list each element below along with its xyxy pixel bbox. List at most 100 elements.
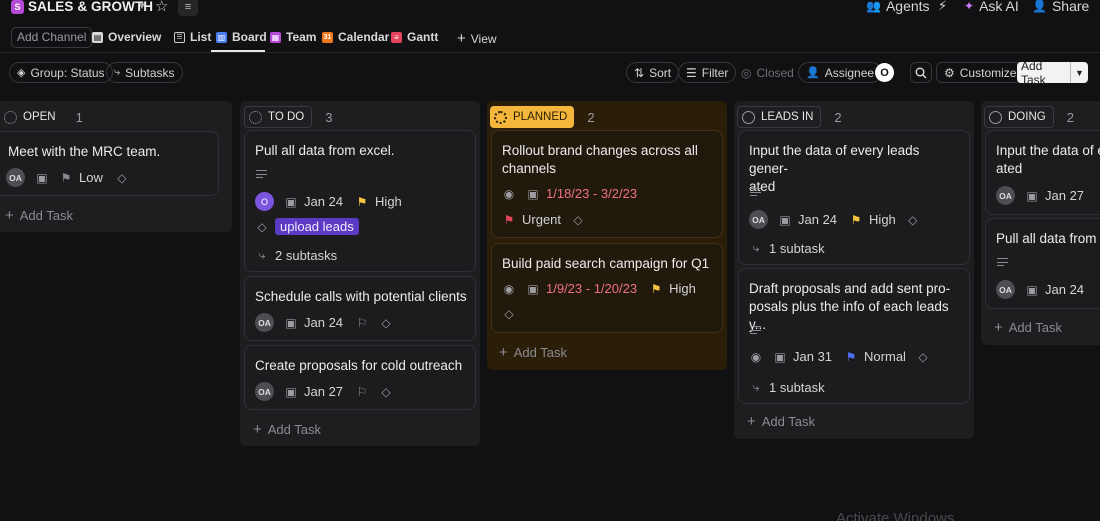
status-pill[interactable]: OPEN [0, 106, 63, 128]
flag-icon[interactable]: ⚑ [844, 350, 858, 364]
add-view-button[interactable]: + View [457, 30, 497, 47]
avatar[interactable]: OA [996, 280, 1015, 299]
task-title[interactable]: Rollout brand changes across all channel… [502, 142, 714, 178]
unassigned-user-icon[interactable]: ◉ [502, 282, 516, 296]
customize-button[interactable]: ⚙ Customize [936, 62, 1025, 83]
tab-list[interactable]: ☰ List [174, 30, 211, 44]
tab-team[interactable]: ▦ Team [270, 30, 316, 44]
due-date[interactable]: Jan 24 [798, 212, 837, 227]
add-task-button[interactable]: + Add Task [499, 344, 567, 361]
tag-icon[interactable]: ◇ [255, 220, 269, 234]
space-badge[interactable]: S [11, 0, 24, 14]
list-menu-icon[interactable]: ≡ [178, 0, 198, 16]
tab-calendar[interactable]: 31 Calendar [322, 30, 389, 44]
task-title[interactable]: Build paid search campaign for Q1 [502, 255, 714, 273]
calendar-icon[interactable]: ▣ [1025, 283, 1039, 297]
tag-icon[interactable]: ◇ [906, 213, 920, 227]
status-pill[interactable]: LEADS IN [737, 106, 822, 128]
avatar[interactable]: OA [255, 313, 274, 332]
subtasks-row[interactable]: ⤷ 1 subtask [749, 380, 825, 395]
due-date[interactable]: Jan 24 [304, 194, 343, 209]
calendar-icon[interactable]: ▣ [778, 213, 792, 227]
avatar[interactable]: O [255, 192, 274, 211]
task-title[interactable]: Input the data of e ated [996, 142, 1100, 178]
task-card[interactable]: Rollout brand changes across all channel… [491, 130, 723, 238]
calendar-icon[interactable]: ▣ [526, 187, 540, 201]
due-date[interactable]: Jan 27 [1045, 188, 1084, 203]
tag-icon[interactable]: ◇ [115, 171, 129, 185]
avatar[interactable]: OA [996, 186, 1015, 205]
filter-button[interactable]: ☰ Filter [678, 62, 737, 83]
add-task-button[interactable]: + Add Task [5, 207, 73, 224]
due-date[interactable]: Jan 24 [304, 315, 343, 330]
subtasks-row[interactable]: ⤷ 2 subtasks [255, 248, 338, 263]
calendar-icon[interactable]: ▣ [35, 171, 49, 185]
flag-icon[interactable]: ⚑ [59, 171, 73, 185]
task-card[interactable]: Build paid search campaign for Q1 ◉ ▣ 1/… [491, 243, 723, 333]
calendar-icon[interactable]: ▣ [773, 350, 787, 364]
subtasks-row[interactable]: ⤷ 1 subtask [749, 241, 825, 256]
task-title[interactable]: Draft proposals and add sent pro- posals… [749, 280, 961, 334]
lightning-icon[interactable]: ⚡ [938, 0, 947, 14]
task-title[interactable]: Pull all data from e [996, 230, 1100, 248]
task-title[interactable]: Create proposals for cold outreach [255, 357, 467, 375]
calendar-icon[interactable]: ▣ [1025, 189, 1039, 203]
tag-pill[interactable]: upload leads [275, 218, 359, 235]
share-button[interactable]: 👤 Share [1032, 0, 1089, 14]
avatar[interactable]: OA [255, 382, 274, 401]
tag-icon[interactable]: ◇ [916, 350, 930, 364]
group-status-button[interactable]: ◈ Group: Status [9, 62, 113, 83]
tag-icon[interactable]: ◇ [379, 316, 393, 330]
add-task-button[interactable]: + Add Task [253, 421, 321, 438]
sort-button[interactable]: ⇅ Sort [626, 62, 680, 83]
task-card[interactable]: Input the data of every leads gener- ate… [738, 130, 970, 265]
due-date[interactable]: Jan 31 [793, 349, 832, 364]
task-card[interactable]: Schedule calls with potential clients OA… [244, 276, 476, 341]
assignee-button[interactable]: 👤 Assignee [798, 62, 883, 83]
unassigned-user-icon[interactable]: ◉ [749, 350, 763, 364]
flag-icon[interactable]: ⚑ [355, 195, 369, 209]
add-channel-button[interactable]: Add Channel [11, 27, 93, 48]
avatar[interactable]: OA [6, 168, 25, 187]
due-date[interactable]: 1/18/23 - 3/2/23 [546, 186, 637, 201]
add-task-button[interactable]: + Add Task [747, 413, 815, 430]
calendar-icon[interactable]: ▣ [284, 385, 298, 399]
avatar[interactable]: OA [749, 210, 768, 229]
add-task-button[interactable]: Add Task ▼ [1017, 59, 1088, 87]
tag-icon[interactable]: ◇ [502, 307, 516, 321]
space-name[interactable]: SALES & GROWTH [28, 0, 153, 14]
task-title[interactable]: Input the data of every leads gener- ate… [749, 142, 961, 196]
tag-icon[interactable]: ◇ [379, 385, 393, 399]
add-task-button[interactable]: + Add Task [994, 319, 1062, 336]
star-icon[interactable]: ☆ [155, 0, 168, 15]
due-date[interactable]: Jan 27 [304, 384, 343, 399]
due-date[interactable]: Jan 24 [1045, 282, 1084, 297]
avatar[interactable]: O [875, 63, 894, 82]
task-card[interactable]: Draft proposals and add sent pro- posals… [738, 268, 970, 404]
calendar-icon[interactable]: ▣ [526, 282, 540, 296]
unassigned-user-icon[interactable]: ◉ [502, 187, 516, 201]
chevron-down-icon[interactable]: ▼ [1070, 62, 1088, 83]
task-title[interactable]: Pull all data from excel. [255, 142, 467, 160]
tag-icon[interactable]: ◇ [571, 213, 585, 227]
tab-gantt[interactable]: ≡ Gantt [391, 30, 438, 44]
flag-icon[interactable]: ⚐ [355, 316, 369, 330]
tab-board[interactable]: ▥ Board [216, 30, 267, 44]
task-title[interactable]: Schedule calls with potential clients [255, 288, 467, 306]
flag-icon[interactable]: ⚑ [502, 213, 516, 227]
chevron-down-icon[interactable]: ▼ [137, 1, 147, 12]
task-card[interactable]: Meet with the MRC team. OA ▣ ⚑ Low ◇ [0, 131, 219, 196]
ask-ai-button[interactable]: ✦ Ask AI [964, 0, 1019, 14]
due-date[interactable]: 1/9/23 - 1/20/23 [546, 281, 637, 296]
task-title[interactable]: Meet with the MRC team. [8, 143, 210, 161]
tab-overview[interactable]: ▤ Overview [92, 30, 161, 44]
task-card[interactable]: Create proposals for cold outreach OA ▣ … [244, 345, 476, 410]
status-pill[interactable]: TO DO [244, 106, 313, 128]
agents-button[interactable]: 👥 Agents [866, 0, 930, 14]
flag-icon[interactable]: ⚐ [355, 385, 369, 399]
status-pill[interactable]: DOING [984, 106, 1054, 128]
task-card[interactable]: Pull all data from e OA ▣ Jan 24 [985, 218, 1100, 309]
flag-icon[interactable]: ⚑ [649, 282, 663, 296]
closed-button[interactable]: ◎ Closed [734, 62, 801, 83]
flag-icon[interactable]: ⚑ [849, 213, 863, 227]
